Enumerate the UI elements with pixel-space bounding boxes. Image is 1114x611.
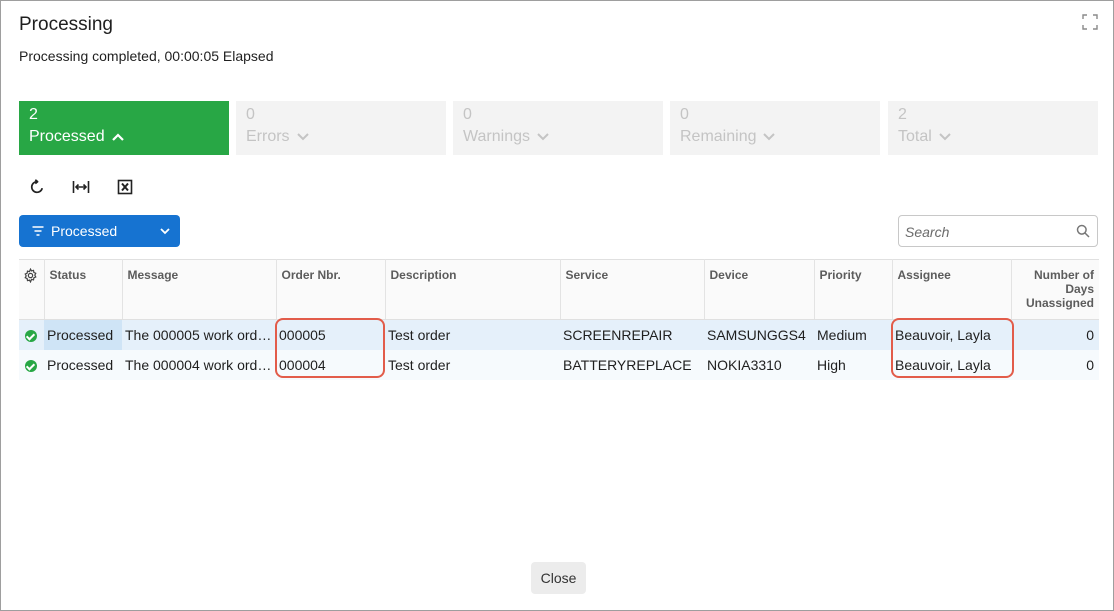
priority-cell[interactable]: High [814, 349, 892, 380]
status-icon-cell [19, 319, 44, 350]
description-cell[interactable]: Test order [385, 349, 560, 380]
maximize-icon[interactable] [1082, 14, 1098, 30]
filter-icon [32, 226, 44, 236]
service-cell[interactable]: BATTERYREPLACE [560, 349, 704, 380]
dialog-title: Processing [19, 14, 113, 35]
column-header-days-unassigned[interactable]: Number of Days Unassigned [1011, 259, 1099, 320]
processing-dialog: Processing Processing completed, 00:00:0… [0, 0, 1114, 611]
tile-label: Remaining [680, 128, 757, 145]
summary-tiles: 2 Processed 0 Errors 0 Warnings 0 Remain… [19, 101, 1099, 155]
assignee-cell[interactable]: Beauvoir, Layla [892, 349, 1011, 380]
tile-label: Total [898, 128, 932, 145]
refresh-button[interactable] [25, 175, 49, 199]
tile-errors[interactable]: 0 Errors [236, 101, 446, 155]
tile-count: 0 [246, 106, 255, 123]
description-cell[interactable]: Test order [385, 319, 560, 350]
column-settings-header[interactable] [19, 259, 45, 320]
filter-label: Processed [51, 223, 118, 239]
days-unassigned-cell[interactable]: 0 [1011, 319, 1099, 350]
refresh-icon [30, 179, 44, 194]
status-icon-cell [19, 349, 44, 380]
tile-label: Processed [29, 128, 105, 145]
column-header-message[interactable]: Message [122, 259, 277, 320]
chevron-down-icon [537, 133, 549, 141]
column-header-service[interactable]: Service [560, 259, 705, 320]
column-header-assignee[interactable]: Assignee [892, 259, 1012, 320]
chevron-down-icon [939, 133, 951, 141]
device-cell[interactable]: SAMSUNGGS4 [704, 319, 814, 350]
status-cell[interactable]: Processed [44, 349, 122, 380]
export-excel-button[interactable] [113, 175, 137, 199]
processing-status-text: Processing completed, 00:00:05 Elapsed [19, 48, 274, 64]
search-input[interactable] [905, 222, 1070, 242]
chevron-up-icon [111, 133, 124, 141]
tile-count: 0 [463, 106, 472, 123]
service-cell[interactable]: SCREENREPAIR [560, 319, 704, 350]
chevron-down-icon [160, 228, 170, 235]
check-circle-icon [25, 359, 37, 372]
device-cell[interactable]: NOKIA3310 [704, 349, 814, 380]
filter-dropdown-button[interactable]: Processed [19, 215, 180, 247]
close-button[interactable]: Close [531, 562, 586, 594]
gear-icon [24, 267, 37, 284]
status-cell[interactable]: Processed [44, 319, 122, 350]
column-header-description[interactable]: Description [385, 259, 561, 320]
table-row[interactable]: Processed The 000004 work order has been… [19, 349, 1099, 380]
tile-warnings[interactable]: 0 Warnings [453, 101, 663, 155]
tile-count: 2 [29, 106, 38, 123]
check-circle-icon [25, 330, 37, 343]
search-box [898, 215, 1098, 247]
table-row[interactable]: Processed The 000005 work order has been… [19, 319, 1099, 350]
grid-header-row: Status Message Order Nbr. Description Se… [19, 259, 1099, 320]
message-cell[interactable]: The 000005 work order has been assigned … [122, 319, 276, 350]
search-icon[interactable] [1076, 224, 1090, 238]
fit-columns-button[interactable] [69, 175, 93, 199]
tile-label: Errors [246, 128, 290, 145]
tile-remaining[interactable]: 0 Remaining [670, 101, 880, 155]
priority-cell[interactable]: Medium [814, 319, 892, 350]
tile-count: 2 [898, 106, 907, 123]
tile-label: Warnings [463, 128, 530, 145]
export-excel-icon [117, 179, 133, 195]
column-header-order-nbr[interactable]: Order Nbr. [276, 259, 386, 320]
tile-count: 0 [680, 106, 689, 123]
days-unassigned-cell[interactable]: 0 [1011, 349, 1099, 380]
order-nbr-cell[interactable]: 000005 [276, 319, 385, 350]
column-header-device[interactable]: Device [704, 259, 815, 320]
message-cell[interactable]: The 000004 work order has been assigned … [122, 349, 276, 380]
chevron-down-icon [763, 133, 776, 141]
tile-total[interactable]: 2 Total [888, 101, 1098, 155]
chevron-down-icon [296, 133, 309, 141]
tile-processed[interactable]: 2 Processed [19, 101, 229, 155]
fit-columns-icon [72, 181, 90, 193]
assignee-cell[interactable]: Beauvoir, Layla [892, 319, 1011, 350]
results-grid: Status Message Order Nbr. Description Se… [19, 259, 1099, 380]
column-header-priority[interactable]: Priority [814, 259, 893, 320]
column-header-status[interactable]: Status [44, 259, 123, 320]
order-nbr-cell[interactable]: 000004 [276, 349, 385, 380]
